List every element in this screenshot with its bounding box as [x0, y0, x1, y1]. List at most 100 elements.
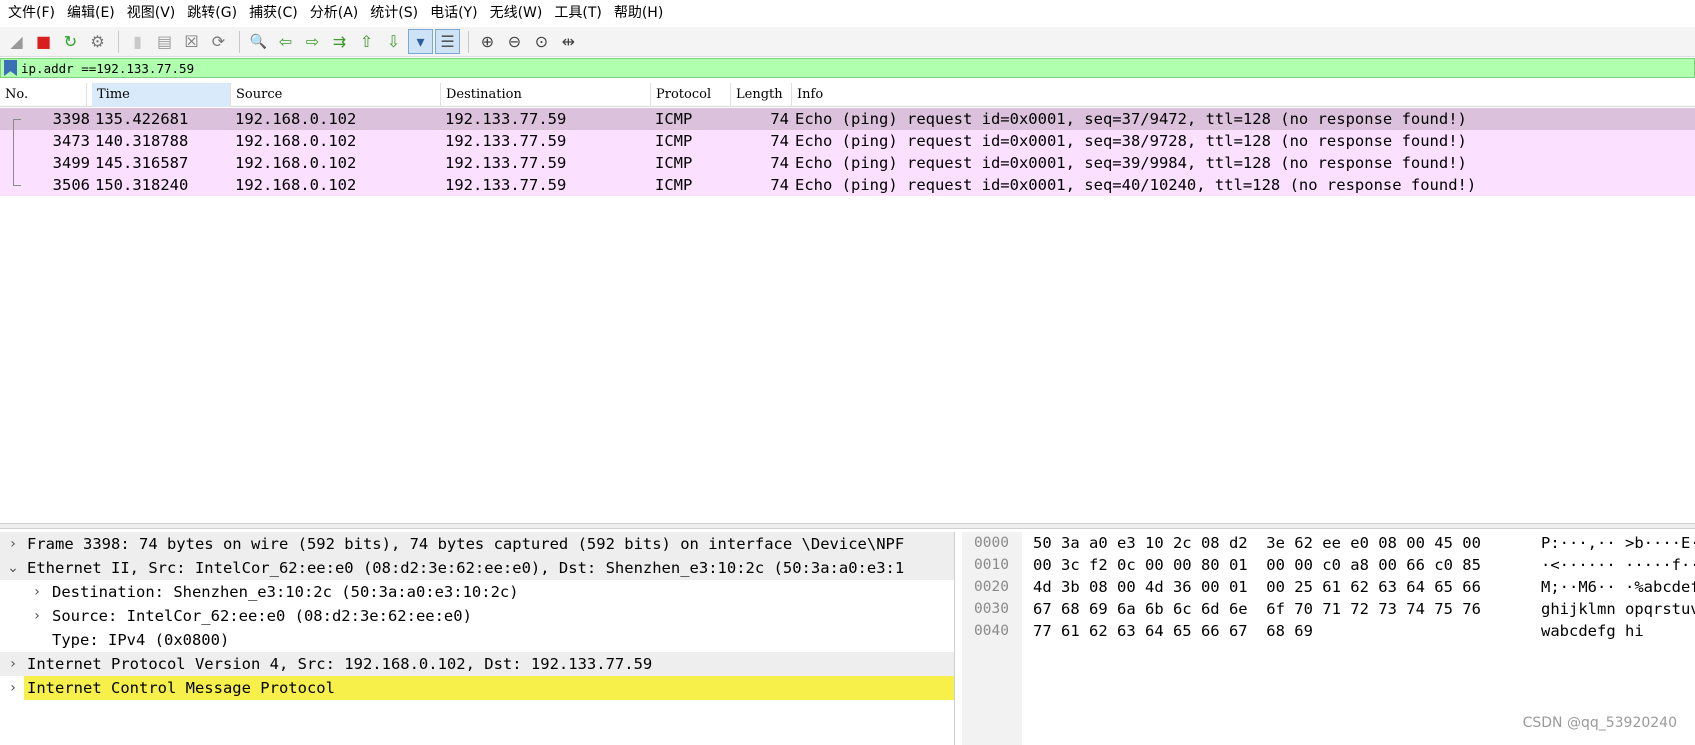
packet-source: 192.168.0.102	[235, 132, 357, 150]
detail-text: Source: IntelCor_62:ee:e0 (08:d2:3e:62:e…	[52, 607, 472, 625]
detail-row-ethernet[interactable]: ⌄ Ethernet II, Src: IntelCor_62:ee:e0 (0…	[0, 556, 954, 580]
colorize-icon[interactable]: ☰	[435, 29, 460, 54]
expand-chevron-icon[interactable]: ›	[6, 676, 20, 700]
byte-ascii[interactable]: P:···,·· >b····E·	[1541, 532, 1695, 554]
restart-capture-icon[interactable]: ↻	[58, 29, 83, 54]
close-file-icon[interactable]: ☒	[179, 29, 204, 54]
byte-offset: 0040	[974, 623, 1009, 639]
menu-file[interactable]: 文件(F)	[4, 0, 63, 27]
byte-ascii[interactable]: ghijklmn opqrstuv	[1541, 598, 1695, 620]
detail-text: Frame 3398: 74 bytes on wire (592 bits),…	[27, 535, 905, 553]
packet-no: 3499	[52, 154, 90, 172]
column-header-length[interactable]: Length	[731, 83, 792, 107]
go-last-packet-icon[interactable]: ⇩	[381, 29, 406, 54]
detail-row-frame[interactable]: › Frame 3398: 74 bytes on wire (592 bits…	[0, 532, 954, 556]
menu-capture[interactable]: 捕获(C)	[245, 0, 306, 27]
bytes-row[interactable]: 0020 4d 3b 08 00 4d 36 00 01 00 25 61 62…	[962, 576, 1695, 598]
stop-capture-icon[interactable]: ■	[31, 29, 56, 54]
packet-bytes-pane: 0000 50 3a a0 e3 10 2c 08 d2 3e 62 ee e0…	[962, 532, 1695, 745]
menu-analyze[interactable]: 分析(A)	[306, 0, 367, 27]
collapse-chevron-icon[interactable]: ⌄	[6, 556, 20, 580]
packet-info: Echo (ping) request id=0x0001, seq=38/97…	[795, 132, 1467, 150]
shark-fin-start-icon[interactable]: ◢	[4, 29, 29, 54]
zoom-out-icon[interactable]: ⊖	[502, 29, 527, 54]
packet-source: 192.168.0.102	[235, 176, 357, 194]
find-packet-icon[interactable]: 🔍	[246, 29, 271, 54]
packet-time: 140.318788	[95, 132, 189, 150]
detail-row-eth-source[interactable]: › Source: IntelCor_62:ee:e0 (08:d2:3e:62…	[0, 604, 954, 628]
packet-no: 3506	[52, 176, 90, 194]
toolbar-separator	[468, 30, 469, 53]
packet-protocol: ICMP	[655, 132, 693, 150]
byte-hex[interactable]: 50 3a a0 e3 10 2c 08 d2 3e 62 ee e0 08 0…	[1033, 532, 1481, 554]
bytes-row[interactable]: 0040 77 61 62 63 64 65 66 67 68 69 wabcd…	[962, 620, 1695, 642]
go-first-packet-icon[interactable]: ⇧	[354, 29, 379, 54]
save-file-icon[interactable]: ▤	[152, 29, 177, 54]
byte-ascii[interactable]: ·<······ ·····f··	[1541, 554, 1695, 576]
packet-no: 3398	[52, 110, 90, 128]
display-filter-bar[interactable]: ip.addr ==192.133.77.59	[0, 58, 1695, 78]
menu-view[interactable]: 视图(V)	[123, 0, 184, 27]
packet-destination: 192.133.77.59	[445, 154, 567, 172]
zoom-in-icon[interactable]: ⊕	[475, 29, 500, 54]
byte-offset: 0020	[974, 579, 1009, 595]
capture-options-icon[interactable]: ⚙	[85, 29, 110, 54]
byte-hex[interactable]: 77 61 62 63 64 65 66 67 68 69	[1033, 620, 1313, 642]
column-header-no[interactable]: No.	[0, 83, 87, 107]
menu-telephony[interactable]: 电话(Y)	[426, 0, 485, 27]
bytes-row[interactable]: 0010 00 3c f2 0c 00 00 80 01 00 00 c0 a8…	[962, 554, 1695, 576]
byte-hex[interactable]: 4d 3b 08 00 4d 36 00 01 00 25 61 62 63 6…	[1033, 576, 1481, 598]
pane-splitter[interactable]	[0, 523, 1695, 529]
expand-chevron-icon[interactable]: ›	[30, 604, 44, 628]
conversation-tree-tick	[13, 119, 21, 120]
packet-protocol: ICMP	[655, 154, 693, 172]
column-header-destination[interactable]: Destination	[441, 83, 651, 107]
menu-go[interactable]: 跳转(G)	[183, 0, 245, 27]
detail-row-eth-type[interactable]: Type: IPv4 (0x0800)	[0, 628, 954, 652]
byte-offset: 0010	[974, 557, 1009, 573]
byte-ascii[interactable]: wabcdefg hi	[1541, 620, 1695, 642]
expand-chevron-icon[interactable]: ›	[6, 532, 20, 556]
packet-source: 192.168.0.102	[235, 154, 357, 172]
column-header-time[interactable]: Time	[92, 83, 231, 107]
column-header-info[interactable]: Info	[792, 83, 1695, 107]
menu-tools[interactable]: 工具(T)	[550, 0, 609, 27]
expand-chevron-icon[interactable]: ›	[30, 580, 44, 604]
packet-info: Echo (ping) request id=0x0001, seq=39/99…	[795, 154, 1467, 172]
normal-size-icon[interactable]: ⊙	[529, 29, 554, 54]
bookmark-icon[interactable]	[4, 60, 17, 76]
display-filter-input[interactable]: ip.addr ==192.133.77.59	[21, 61, 194, 76]
go-back-icon[interactable]: ⇦	[273, 29, 298, 54]
expand-chevron-icon[interactable]: ›	[6, 652, 20, 676]
go-to-packet-icon[interactable]: ⇉	[327, 29, 352, 54]
menu-statistics[interactable]: 统计(S)	[366, 0, 426, 27]
byte-ascii[interactable]: M;··M6·· ·%abcdef	[1541, 576, 1695, 598]
detail-row-ipv4[interactable]: › Internet Protocol Version 4, Src: 192.…	[0, 652, 954, 676]
column-header-protocol[interactable]: Protocol	[651, 83, 731, 107]
bytes-row[interactable]: 0030 67 68 69 6a 6b 6c 6d 6e 6f 70 71 72…	[962, 598, 1695, 620]
menu-wireless[interactable]: 无线(W)	[486, 0, 551, 27]
menu-edit[interactable]: 编辑(E)	[63, 0, 123, 27]
column-header-source[interactable]: Source	[231, 83, 441, 107]
packet-row[interactable]: 3473 140.318788 192.168.0.102 192.133.77…	[0, 130, 1695, 152]
open-file-icon[interactable]: ▮	[125, 29, 150, 54]
detail-row-eth-destination[interactable]: › Destination: Shenzhen_e3:10:2c (50:3a:…	[0, 580, 954, 604]
packet-destination: 192.133.77.59	[445, 176, 567, 194]
conversation-tree-line	[13, 119, 14, 185]
bytes-row[interactable]: 0000 50 3a a0 e3 10 2c 08 d2 3e 62 ee e0…	[962, 532, 1695, 554]
watermark: CSDN @qq_53920240	[1522, 715, 1677, 731]
packet-row[interactable]: 3499 145.316587 192.168.0.102 192.133.77…	[0, 152, 1695, 174]
packet-list-header: No. Time Source Destination Protocol Len…	[0, 83, 1695, 107]
detail-row-icmp[interactable]: › Internet Control Message Protocol	[0, 676, 954, 700]
reload-file-icon[interactable]: ⟳	[206, 29, 231, 54]
byte-hex[interactable]: 67 68 69 6a 6b 6c 6d 6e 6f 70 71 72 73 7…	[1033, 598, 1481, 620]
autoscroll-icon[interactable]: ▾	[408, 29, 433, 54]
packet-info: Echo (ping) request id=0x0001, seq=40/10…	[795, 176, 1477, 194]
resize-columns-icon[interactable]: ⇹	[556, 29, 581, 54]
go-forward-icon[interactable]: ⇨	[300, 29, 325, 54]
byte-hex[interactable]: 00 3c f2 0c 00 00 80 01 00 00 c0 a8 00 6…	[1033, 554, 1481, 576]
packet-row[interactable]: 3506 150.318240 192.168.0.102 192.133.77…	[0, 174, 1695, 196]
menu-help[interactable]: 帮助(H)	[610, 0, 671, 27]
packet-time: 135.422681	[95, 110, 189, 128]
packet-row[interactable]: 3398 135.422681 192.168.0.102 192.133.77…	[0, 108, 1695, 130]
